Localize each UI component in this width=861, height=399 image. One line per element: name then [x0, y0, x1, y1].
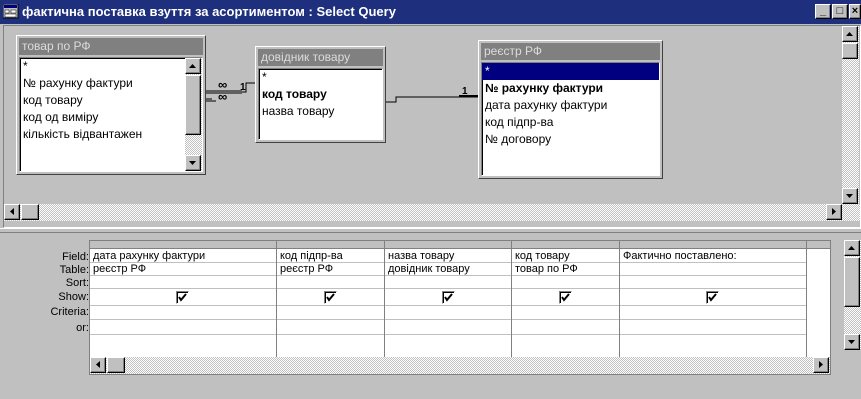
restore-icon: □ [836, 5, 844, 17]
close-icon: × [851, 5, 859, 17]
criteria-cell[interactable] [277, 307, 384, 320]
row-label-table: Table: [59, 264, 89, 276]
minimize-button[interactable]: _ [815, 4, 831, 19]
show-checkbox[interactable] [442, 291, 455, 304]
arrow-up-icon [846, 32, 853, 36]
grid-column[interactable]: назва товару довідник товару [385, 241, 512, 357]
or-cell[interactable] [512, 322, 619, 335]
relation-one-symbol: 1 [462, 86, 468, 97]
scroll-left-button[interactable] [4, 204, 20, 220]
table-cell[interactable]: реєстр РФ [90, 263, 276, 276]
row-label-criteria: Criteria: [50, 306, 89, 318]
checkmark-icon [561, 293, 570, 302]
table-cell[interactable]: реєстр РФ [277, 263, 384, 276]
sort-cell[interactable] [512, 276, 619, 289]
scroll-down-button[interactable] [842, 188, 858, 204]
grid-horizontal-scrollbar[interactable] [90, 357, 830, 374]
field-cell[interactable]: код товару [512, 250, 619, 263]
checkmark-icon [708, 293, 717, 302]
close-button[interactable]: × [849, 4, 861, 19]
minimize-icon: _ [819, 5, 827, 17]
scroll-up-button[interactable] [842, 26, 858, 42]
show-checkbox[interactable] [559, 291, 572, 304]
criteria-cell[interactable] [90, 307, 276, 320]
criteria-cell[interactable] [512, 307, 619, 320]
show-checkbox[interactable] [324, 291, 337, 304]
column-selector[interactable] [277, 241, 384, 249]
design-grid[interactable]: дата рахунку фактури реєстр РФ код підпр… [89, 240, 831, 375]
criteria-cell[interactable] [385, 307, 511, 320]
table-cell[interactable]: довідник товару [385, 263, 511, 276]
arrow-right-icon [832, 208, 836, 215]
or-cell[interactable] [620, 322, 806, 335]
scroll-thumb[interactable] [21, 204, 39, 220]
pane-splitter[interactable] [0, 228, 861, 233]
relation-many-symbol: ∞ [218, 89, 228, 104]
or-cell[interactable] [90, 322, 276, 335]
column-selector[interactable] [512, 241, 619, 249]
scroll-up-button[interactable] [844, 240, 860, 256]
grid-column[interactable]: дата рахунку фактури реєстр РФ [90, 241, 277, 357]
scroll-thumb[interactable] [844, 257, 860, 307]
arrow-up-icon [848, 246, 855, 250]
window-title: фактична поставка взуття за асортиментом… [22, 4, 396, 19]
sort-cell[interactable] [90, 276, 276, 289]
table-cell[interactable] [620, 263, 806, 276]
grid-column[interactable]: Фактично поставлено: [620, 241, 807, 357]
row-label-or: or: [76, 322, 89, 334]
arrow-down-icon [848, 340, 855, 344]
or-cell[interactable] [277, 322, 384, 335]
checkmark-icon [178, 293, 187, 302]
table-pane-horizontal-scrollbar[interactable] [4, 204, 860, 221]
row-label-field: Field: [62, 251, 89, 263]
arrow-down-icon [846, 194, 853, 198]
column-selector[interactable] [807, 241, 830, 249]
field-cell[interactable]: назва товару [385, 250, 511, 263]
criteria-cell[interactable] [620, 307, 806, 320]
sort-cell[interactable] [385, 276, 511, 289]
column-selector[interactable] [620, 241, 806, 249]
scroll-left-button[interactable] [90, 357, 106, 373]
column-selector[interactable] [385, 241, 511, 249]
show-checkbox[interactable] [706, 291, 719, 304]
grid-vertical-scrollbar[interactable] [844, 240, 861, 350]
sort-cell[interactable] [620, 276, 806, 289]
field-cell[interactable]: дата рахунку фактури [90, 250, 276, 263]
window-title-bar[interactable]: фактична поставка взуття за асортиментом… [0, 0, 861, 24]
scroll-thumb[interactable] [107, 357, 125, 373]
field-cell[interactable]: код підпр-ва [277, 250, 384, 263]
show-cell [512, 290, 619, 306]
relationship-lines [206, 82, 478, 103]
relation-one-symbol: 1 [240, 82, 246, 93]
scroll-right-button[interactable] [826, 204, 842, 220]
restore-button[interactable]: □ [832, 4, 848, 19]
table-cell[interactable]: товар по РФ [512, 263, 619, 276]
grid-column[interactable]: код підпр-ва реєстр РФ [277, 241, 385, 357]
arrow-right-icon [819, 361, 823, 368]
row-label-sort: Sort: [65, 277, 89, 289]
field-cell[interactable]: Фактично поставлено: [620, 250, 806, 263]
checkmark-icon [326, 293, 335, 302]
arrow-left-icon [10, 208, 14, 215]
row-label-show: Show: [58, 291, 89, 303]
checkmark-icon [444, 293, 453, 302]
show-cell [277, 290, 384, 306]
table-pane: товар по РФ * № рахунку фактури код това… [3, 25, 861, 228]
show-checkbox[interactable] [176, 291, 189, 304]
scroll-thumb[interactable] [842, 43, 858, 59]
scroll-down-button[interactable] [844, 334, 860, 350]
arrow-left-icon [96, 361, 100, 368]
show-cell [385, 290, 511, 306]
sort-cell[interactable] [277, 276, 384, 289]
grid-column[interactable]: код товару товар по РФ [512, 241, 620, 357]
column-selector[interactable] [90, 241, 276, 249]
or-cell[interactable] [385, 322, 511, 335]
grid-column[interactable] [807, 241, 830, 357]
query-icon [3, 4, 19, 19]
query-design-grid-pane: Field: Table: Sort: Show: Criteria: or: … [3, 234, 861, 399]
table-pane-vertical-scrollbar[interactable] [842, 26, 859, 204]
scroll-right-button[interactable] [813, 357, 829, 373]
show-cell [90, 290, 276, 306]
show-cell [620, 290, 806, 306]
